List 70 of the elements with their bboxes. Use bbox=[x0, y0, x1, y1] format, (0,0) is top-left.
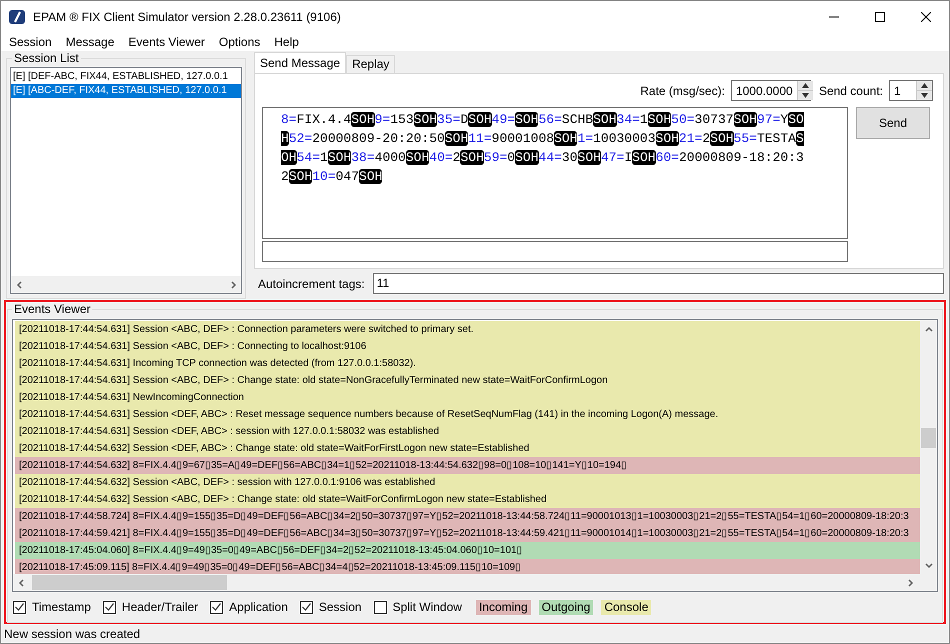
message-editor[interactable] bbox=[262, 107, 848, 239]
scroll-left-icon[interactable] bbox=[16, 578, 26, 588]
horizontal-scrollbar[interactable] bbox=[11, 276, 241, 293]
checkbox-label: Application bbox=[229, 599, 288, 616]
checkbox-label: Header/Trailer bbox=[122, 599, 198, 616]
legend-tag: Incoming bbox=[476, 600, 531, 614]
horizontal-scrollbar[interactable] bbox=[13, 574, 937, 591]
autoincrement-field[interactable]: 11 bbox=[372, 273, 944, 294]
scroll-left-icon[interactable] bbox=[14, 280, 24, 290]
menu-item[interactable]: Events Viewer bbox=[121, 32, 212, 50]
tab[interactable]: Replay bbox=[346, 55, 396, 73]
panel-title: Session List bbox=[12, 51, 81, 65]
log-entry: [20211018-17:44:54.631] Session <DEF, ABC> : Reset message sequence numbers because of ResetSeqNumFlag (141) in the incoming Logon(A) message. bbox=[15, 406, 920, 423]
menu-item[interactable]: Session bbox=[2, 32, 59, 50]
tab[interactable]: Send Message bbox=[254, 52, 346, 73]
check-icon bbox=[212, 603, 222, 611]
log-entry: [20211018-17:44:54.631] Session <ABC, DEF> : Connection parameters were switched to primary set. bbox=[15, 321, 920, 338]
scroll-up-icon[interactable] bbox=[924, 324, 934, 334]
log-entry: [20211018-17:45:09.115] 8=FIX.4.4▯9=49▯35=0▯49=DEF▯56=ABC▯34=4▯52=20211018-13:45:09.115▯10=109▯ bbox=[15, 559, 920, 574]
log-entry: [20211018-17:44:54.632] Session <ABC, DEF> : session with 127.0.0.1:9106 was established bbox=[15, 474, 920, 491]
legend-tag: Console bbox=[601, 600, 652, 614]
menu-item[interactable]: Message bbox=[58, 32, 122, 50]
checkbox[interactable] bbox=[102, 600, 116, 614]
log-entry: [20211018-17:44:54.631] NewIncomingConnection bbox=[15, 389, 920, 406]
down-arrow-icon[interactable] bbox=[802, 93, 809, 98]
checkbox-label: Session bbox=[318, 599, 362, 616]
menu-item[interactable]: Help bbox=[267, 32, 306, 50]
status-text: New session was created bbox=[4, 626, 140, 642]
number-field[interactable]: 1 bbox=[889, 80, 933, 101]
up-arrow-icon[interactable] bbox=[802, 83, 809, 88]
checkbox[interactable] bbox=[210, 600, 224, 614]
log-entry: [20211018-17:44:54.631] Incoming TCP connection was detected (from 127.0.0.1:58032). bbox=[15, 355, 920, 372]
message-text: 8=FIX.4.4SOH9=153SOH35=DSOH49=SOH56=SCHBSOH34=1SOH50=30737SOH97=YSOH52=20000809-20:20:50SOH11=90001008SOH1=10030003SOH21=2SOH55=TESTASOH54=1SOH38=4000SOH40=2SOH59=0SOH44=30SOH47=ISOH60=20000809-18:20:32SOH10=047SOH bbox=[281, 111, 805, 186]
app-logo-icon bbox=[9, 8, 25, 24]
check-icon bbox=[104, 603, 114, 611]
checkbox[interactable] bbox=[13, 600, 26, 614]
log-entry: [20211018-17:44:54.632] Session <ABC, DEF> : Change state: old state=WaitForConfirmLogon new state=Established bbox=[15, 491, 920, 508]
log-entry: [20211018-17:44:54.632] 8=FIX.4.4▯9=67▯35=A▯49=DEF▯56=ABC▯34=1▯52=20211018-13:44:54.632▯98=0▯108=10▯141=Y▯10=194▯ bbox=[15, 457, 920, 474]
session-item[interactable]: [E] [ABC-DEF, FIX44, ESTABLISHED, 127.0.0.1 bbox=[11, 84, 241, 98]
input-field[interactable] bbox=[262, 241, 848, 262]
check-icon bbox=[302, 603, 311, 611]
checkbox-label: Timestamp bbox=[32, 599, 91, 616]
checkbox[interactable] bbox=[300, 600, 313, 614]
panel-title: Events Viewer bbox=[12, 302, 92, 316]
log-entry: [20211018-17:44:54.632] Session <DEF, ABC> : Change state: old state=WaitForFirstLogon new state=Established bbox=[15, 440, 920, 457]
autoincrement-label: Autoincrement tags: bbox=[258, 276, 365, 292]
maximize-icon bbox=[875, 12, 885, 22]
rate-label: Rate (msg/sec): bbox=[640, 82, 725, 100]
log-entry: [20211018-17:44:59.421] 8=FIX.4.4▯9=155▯35=D▯49=DEF▯56=ABC▯34=3▯50=30737▯97=Y▯52=20211018-13:44:59.421▯11=90001014▯1=10030003▯21=2▯55=TESTA▯54=1▯60=20000809-18:20:3 bbox=[15, 525, 920, 542]
checkbox[interactable] bbox=[374, 600, 387, 614]
log-entry: [20211018-17:45:04.060] 8=FIX.4.4▯9=49▯35=0▯49=ABC▯56=DEF▯34=2▯52=20211018-13:45:04.060▯10=101▯ bbox=[15, 542, 920, 559]
checkbox-label: Split Window bbox=[392, 599, 462, 616]
scroll-thumb[interactable] bbox=[921, 428, 936, 448]
down-arrow-icon[interactable] bbox=[921, 93, 928, 98]
legend-tag: Outgoing bbox=[538, 600, 594, 614]
log-entry: [20211018-17:44:54.631] Session <ABC, DEF> : Connecting to localhost:9106 bbox=[15, 338, 920, 355]
vertical-scrollbar[interactable] bbox=[920, 320, 937, 574]
session-item[interactable]: [E] [DEF-ABC, FIX44, ESTABLISHED, 127.0.0.1 bbox=[11, 70, 241, 84]
check-icon bbox=[15, 603, 24, 611]
send-button[interactable]: Send bbox=[856, 107, 930, 139]
log-entry: [20211018-17:44:54.631] Session <ABC, DEF> : Change state: old state=NonGracefullyTerminated new state=WaitForConfirmLogon bbox=[15, 372, 920, 389]
close-icon bbox=[921, 12, 931, 22]
menu-item[interactable]: Options bbox=[212, 32, 268, 50]
window-title: EPAM ® FIX Client Simulator version 2.28.0.23611 (9106) bbox=[33, 8, 341, 26]
log-entry: [20211018-17:44:54.631] Session <DEF, ABC> : session with 127.0.0.1:58032 was established bbox=[15, 423, 920, 440]
up-arrow-icon[interactable] bbox=[921, 83, 928, 88]
scroll-thumb[interactable] bbox=[32, 575, 227, 590]
log-entry: [20211018-17:44:58.724] 8=FIX.4.4▯9=155▯35=D▯49=DEF▯56=ABC▯34=2▯50=30737▯97=Y▯52=20211018-13:44:58.724▯11=90001013▯1=10030003▯21=2▯55=TESTA▯54=1▯60=20000809-18:20:3 bbox=[15, 508, 920, 525]
number-field[interactable]: 1000.0000 bbox=[730, 80, 811, 101]
send-count-label: Send count: bbox=[818, 82, 883, 100]
